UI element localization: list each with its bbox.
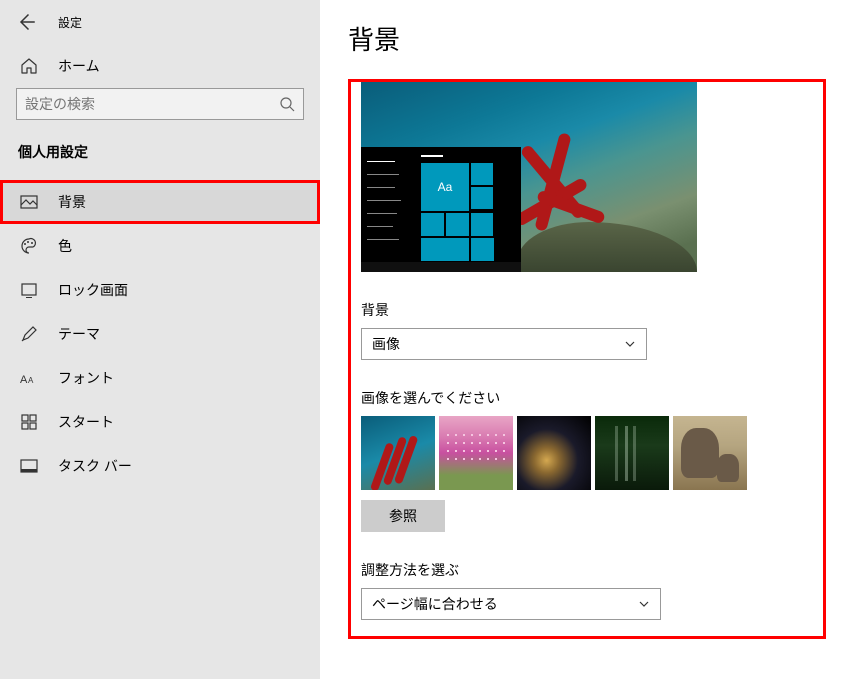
sidebar: 設定 ホーム 個人用設定 背景 色 ロック画面 テー <box>0 0 320 679</box>
nav-lockscreen[interactable]: ロック画面 <box>0 268 320 312</box>
content-area: Aa 背景 画像 画像を選んでください 参照 調整方法を選ぶ ページ幅に合わせ <box>348 79 826 639</box>
fit-label: 調整方法を選ぶ <box>361 560 813 580</box>
svg-text:A: A <box>28 376 34 385</box>
search-box[interactable] <box>16 88 304 120</box>
desktop-preview: Aa <box>361 82 697 272</box>
window-title: 設定 <box>58 14 82 31</box>
image-thumbnails <box>361 416 813 490</box>
svg-text:A: A <box>20 374 28 386</box>
main-content: 背景 Aa <box>320 0 854 679</box>
back-button[interactable] <box>16 12 36 32</box>
thumbnail-5[interactable] <box>673 416 747 490</box>
dropdown-value: 画像 <box>372 334 400 354</box>
thumbnail-3[interactable] <box>517 416 591 490</box>
choose-image-label: 画像を選んでください <box>361 388 813 408</box>
nav-label: ロック画面 <box>58 280 128 300</box>
thumbnail-1[interactable] <box>361 416 435 490</box>
nav-color[interactable]: 色 <box>0 224 320 268</box>
preview-tile-text: Aa <box>421 163 469 211</box>
home-icon <box>20 57 38 75</box>
nav-label: スタート <box>58 412 114 432</box>
font-icon: AA <box>20 369 38 387</box>
thumbnail-4[interactable] <box>595 416 669 490</box>
search-icon <box>279 96 295 112</box>
start-icon <box>20 413 38 431</box>
picture-icon <box>20 193 38 211</box>
background-type-label: 背景 <box>361 300 813 320</box>
dropdown-value: ページ幅に合わせる <box>372 594 498 614</box>
nav-label: テーマ <box>58 324 100 344</box>
chevron-down-icon <box>638 598 650 610</box>
nav-label: フォント <box>58 368 114 388</box>
nav-background[interactable]: 背景 <box>0 180 320 224</box>
nav-label: 色 <box>58 236 72 256</box>
back-arrow-icon <box>16 12 36 32</box>
lockscreen-icon <box>20 281 38 299</box>
home-label: ホーム <box>58 56 100 76</box>
nav-fonts[interactable]: AA フォント <box>0 356 320 400</box>
search-input[interactable] <box>25 96 279 112</box>
section-title: 個人用設定 <box>0 134 320 180</box>
search-container <box>0 88 320 134</box>
nav-taskbar[interactable]: タスク バー <box>0 444 320 488</box>
palette-icon <box>20 237 38 255</box>
start-menu-mock: Aa <box>361 147 521 272</box>
background-type-dropdown[interactable]: 画像 <box>361 328 647 360</box>
taskbar-icon <box>20 457 38 475</box>
chevron-down-icon <box>624 338 636 350</box>
nav-label: タスク バー <box>58 456 132 476</box>
nav-start[interactable]: スタート <box>0 400 320 444</box>
browse-button[interactable]: 参照 <box>361 500 445 532</box>
header-row: 設定 <box>0 0 320 44</box>
home-nav[interactable]: ホーム <box>0 44 320 88</box>
brush-icon <box>20 325 38 343</box>
thumbnail-2[interactable] <box>439 416 513 490</box>
page-title: 背景 <box>348 20 826 57</box>
fit-dropdown[interactable]: ページ幅に合わせる <box>361 588 661 620</box>
nav-themes[interactable]: テーマ <box>0 312 320 356</box>
nav-label: 背景 <box>58 192 86 212</box>
